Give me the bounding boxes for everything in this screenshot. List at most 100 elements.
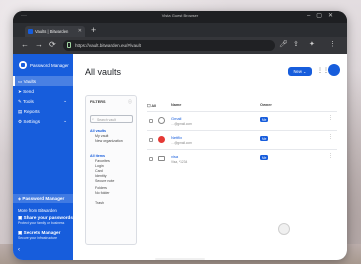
select-all-checkbox[interactable]: ☐ All	[147, 103, 156, 108]
filter-login[interactable]: Login	[95, 164, 104, 168]
sidebar-item-label: Reports	[23, 108, 40, 114]
filter-card[interactable]: Card	[95, 169, 103, 173]
chevron-down-icon: ⌄	[63, 118, 67, 123]
info-icon[interactable]: ⓘ	[128, 99, 132, 105]
row-checkbox[interactable]	[149, 157, 153, 161]
product-secrets-manager[interactable]: ▣ Secrets Manager Secure your infrastruc…	[13, 230, 73, 240]
more-from-label: More from Bitwarden	[18, 208, 57, 213]
url-field[interactable]: https://vault.bitwarden.eu/#/vault	[63, 40, 275, 51]
card-icon	[158, 156, 165, 161]
lock-icon	[67, 42, 71, 48]
item-subtitle: …@gmail.com	[171, 122, 192, 126]
switcher-current-label: Password Manager	[22, 196, 65, 201]
table-row[interactable]: Netflix …@gmail.com Me ⋮	[147, 130, 337, 149]
address-bar-row: ← → ⟳ https://vault.bitwarden.eu/#/vault…	[13, 37, 347, 54]
product-name-label: Share your passwords	[23, 215, 73, 220]
sidebar: Password Manager ▭ Vaults ➤ Send ✎ Tools…	[13, 54, 73, 260]
filters-panel: FILTERS ⓘ ⌕ Search vault All vaults My v…	[85, 95, 137, 245]
share-icon[interactable]: ⇪	[293, 40, 299, 48]
filter-trash[interactable]: Trash	[95, 201, 104, 205]
new-item-button[interactable]: New ⌄	[288, 67, 312, 76]
avatar[interactable]	[328, 64, 340, 76]
sidebar-item-tools[interactable]: ✎ Tools ⌄	[13, 96, 73, 106]
mic-icon[interactable]: 🎤︎	[279, 40, 288, 48]
sidebar-item-label: Vaults	[23, 78, 37, 84]
netflix-icon	[158, 136, 165, 143]
row-checkbox[interactable]	[149, 138, 153, 142]
owner-badge: Me	[260, 117, 269, 122]
main-content: All vaults New ⌄ ⋮ ⋮ ⋮ FILTERS ⓘ ⌕ Search …	[73, 54, 347, 260]
collapse-sidebar-icon[interactable]: ‹	[18, 247, 20, 253]
product-share-passwords[interactable]: ▣ Share your passwords Protect your fami…	[13, 215, 73, 225]
row-menu-icon[interactable]: ⋮	[328, 153, 333, 159]
search-icon: ⌕	[92, 117, 95, 121]
back-icon[interactable]: ←	[21, 40, 29, 49]
page-title: All vaults	[85, 67, 122, 77]
bitwarden-app: Password Manager ▭ Vaults ➤ Send ✎ Tools…	[13, 54, 347, 260]
product-name: Password Manager	[30, 63, 69, 68]
column-owner[interactable]: Owner	[260, 103, 272, 107]
row-menu-icon[interactable]: ⋮	[328, 115, 333, 121]
filter-identity[interactable]: Identity	[95, 174, 107, 178]
close-window-icon[interactable]: ✕	[328, 13, 339, 19]
window-title: Vista Guest Browser	[161, 13, 199, 18]
owner-badge: Me	[260, 155, 269, 160]
list-header: ☐ All Name Owner	[147, 103, 337, 111]
title-bar: ··· Vista Guest Browser –▢✕	[13, 11, 347, 23]
home-indicator	[155, 258, 205, 260]
reload-icon[interactable]: ⟳	[49, 40, 56, 49]
menu-icon[interactable]: ⋮	[329, 40, 336, 48]
sidebar-item-settings[interactable]: ⚙ Settings ⌄	[13, 116, 73, 126]
product-name-label: Secrets Manager	[23, 230, 61, 235]
item-name[interactable]: Netflix	[171, 135, 182, 140]
search-placeholder: Search vault	[97, 118, 116, 122]
sidebar-item-label: Send	[23, 88, 34, 94]
url-text: https://vault.bitwarden.eu/#/vault	[75, 43, 141, 48]
tab-bitwarden[interactable]: Vaults | Bitwarden ✕	[25, 26, 85, 37]
row-checkbox[interactable]	[149, 119, 153, 123]
globe-icon	[158, 117, 165, 124]
bitwarden-logo-icon	[19, 61, 27, 69]
product-header[interactable]: Password Manager	[19, 61, 71, 71]
filters-title: FILTERS	[90, 100, 106, 104]
sidebar-item-send[interactable]: ➤ Send	[13, 86, 73, 96]
product-desc: Protect your family or business	[18, 221, 65, 225]
filter-folders[interactable]: Folders	[95, 186, 107, 190]
new-tab-button[interactable]: +	[91, 25, 96, 35]
minimize-icon[interactable]: –	[307, 13, 316, 19]
table-row[interactable]: Gmail …@gmail.com Me ⋮	[147, 111, 337, 130]
owner-badge: Me	[260, 136, 269, 141]
filter-secure-note[interactable]: Secure note	[95, 179, 114, 183]
item-name[interactable]: visa	[171, 154, 178, 159]
column-name[interactable]: Name	[171, 103, 181, 107]
item-subtitle: Visa, *1234	[171, 160, 188, 164]
bitwarden-favicon-icon	[28, 29, 33, 34]
switcher-current-product[interactable]: ◈ Password Manager	[13, 194, 73, 203]
filter-my-vault[interactable]: My vault	[95, 134, 108, 138]
search-input[interactable]: ⌕ Search vault	[90, 115, 133, 123]
sidebar-item-vaults[interactable]: ▭ Vaults	[13, 76, 73, 86]
row-menu-icon[interactable]: ⋮	[328, 134, 333, 140]
tab-title: Vaults | Bitwarden	[35, 29, 69, 34]
filter-all-items[interactable]: All items	[90, 154, 105, 158]
sidebar-item-label: Settings	[23, 118, 41, 124]
forward-icon[interactable]: →	[35, 40, 43, 49]
product-desc: Secure your infrastructure	[18, 236, 58, 240]
filter-all-vaults[interactable]: All vaults	[90, 129, 106, 133]
extensions-icon[interactable]: ✦	[309, 40, 315, 48]
close-tab-icon[interactable]: ✕	[78, 28, 82, 34]
filter-favorites[interactable]: Favorites	[95, 159, 110, 163]
window-controls[interactable]: –▢✕	[307, 12, 339, 19]
item-name[interactable]: Gmail	[171, 116, 181, 121]
table-row[interactable]: visa Visa, *1234 Me ⋮	[147, 149, 337, 168]
chevron-down-icon: ⌄	[63, 98, 67, 103]
assistant-orb-button[interactable]	[278, 223, 290, 235]
filter-no-folder[interactable]: No folder	[95, 191, 110, 195]
browser-window: ··· Vista Guest Browser –▢✕ Vaults | Bit…	[13, 11, 347, 260]
sidebar-item-label: Tools	[23, 98, 34, 104]
maximize-icon[interactable]: ▢	[316, 13, 328, 19]
item-subtitle: …@gmail.com	[171, 141, 192, 145]
filter-new-organization[interactable]: New organization	[95, 139, 123, 143]
tab-strip: Vaults | Bitwarden ✕ +	[13, 23, 347, 37]
sidebar-item-reports[interactable]: ▤ Reports	[13, 106, 73, 116]
